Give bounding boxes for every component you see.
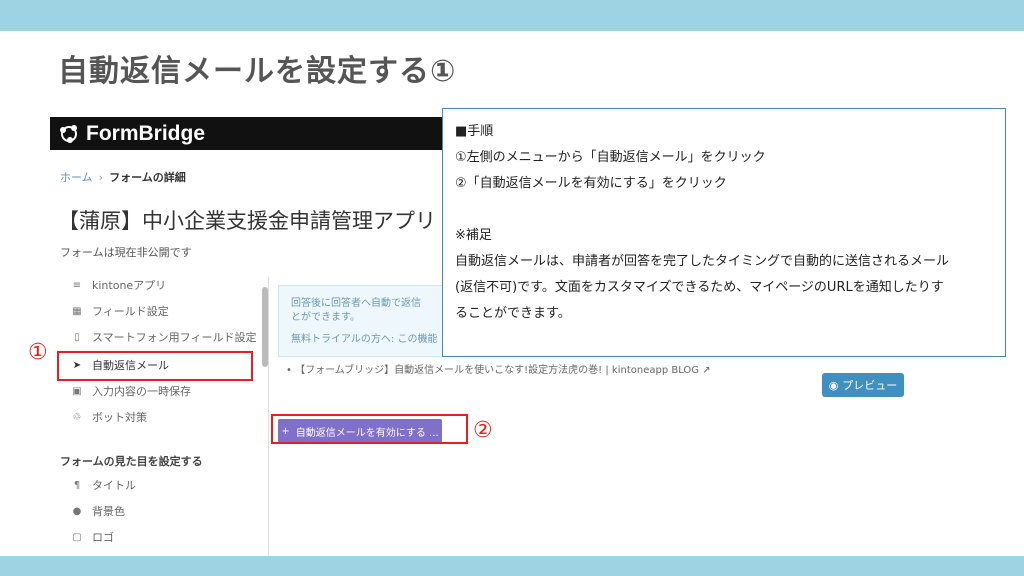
drop-icon: ● [72,505,82,517]
marker-1: ① [28,340,48,365]
eye-icon: ◉ [828,378,839,392]
preview-button[interactable]: ◉ プレビュー [822,373,904,397]
note-spacer [455,197,993,223]
highlight-box-2 [271,414,468,444]
database-icon: ≡ [72,279,82,291]
form-status: フォームは現在非公開です [60,246,192,259]
note-step-1: ①左側のメニューから「自動返信メール」をクリック [455,150,766,165]
external-link-icon: ↗ [702,365,711,376]
sidebar-heading-appearance: フォームの見た目を設定する [60,455,203,468]
sidebar-item-smartphone-fields[interactable]: ▯ スマートフォン用フィールド設定 [58,325,258,349]
note-supplement-line-2: (返信不可)です。文面をカスタマイズできるため、マイページのURLを通知したりす [455,280,944,295]
smartphone-icon: ▯ [74,331,80,343]
info-line-3: 無料トライアルの方へ: この機能 [291,334,438,345]
sidebar-item-background[interactable]: ● 背景色 [58,499,258,523]
pilcrow-icon: ¶ [73,479,81,491]
note-supplement-heading: ※補足 [455,228,492,243]
blog-link-text: 【フォームブリッジ】自動返信メールを使いこなす!設定方法虎の巻! | kinto… [295,365,700,376]
sidebar-item-field-settings[interactable]: ▦ フィールド設定 [58,299,258,323]
bottom-band [0,556,1024,576]
blog-link[interactable]: • 【フォームブリッジ】自動返信メールを使いこなす!設定方法虎の巻! | kin… [286,361,711,376]
note-supplement-line-1: 自動返信メールは、申請者が回答を完了したタイミングで自動的に送信されるメール [455,254,950,269]
instruction-note: ■手順 ①左側のメニューから「自動返信メール」をクリック ②「自動返信メールを有… [442,108,1006,357]
sidebar-item-title[interactable]: ¶ タイトル [58,473,258,497]
note-supplement-line-3: ることができます。 [455,306,571,321]
highlight-box-1 [57,351,253,381]
recycle-icon: ♲ [72,411,82,423]
logo-text: FormBridge [86,121,206,145]
sidebar-item-kintone-app[interactable]: ≡ kintoneアプリ [58,273,258,297]
top-band [0,0,1024,31]
slide-title: 自動返信メールを設定する① [58,54,457,89]
sidebar-item-temp-save[interactable]: ▣ 入力内容の一時保存 [58,379,258,403]
breadcrumb-current: フォームの詳細 [109,171,186,184]
grid-icon: ▦ [72,305,82,317]
formbridge-logo[interactable]: FormBridge [58,121,205,146]
sidebar: ≡ kintoneアプリ ▦ フィールド設定 ▯ スマートフォン用フィールド設定 ➤ 自… [58,273,268,556]
breadcrumb-separator: › [98,171,104,184]
image-icon: ▢ [72,531,82,543]
sidebar-item-bot-protection[interactable]: ♲ ボット対策 [58,405,258,429]
breadcrumb: ホーム › フォームの詳細 [60,169,186,185]
save-icon: ▣ [72,385,82,397]
logo-mark-icon [58,123,80,145]
sidebar-divider [268,277,269,556]
marker-2: ② [473,418,493,443]
info-line-1: 回答後に回答者へ自動で返信 [291,298,421,309]
note-step-2: ②「自動返信メールを有効にする」をクリック [455,176,727,191]
sidebar-item-logo[interactable]: ▢ ロゴ [58,525,258,549]
app-title: 【蒲原】中小企業支援金申請管理アプリ [58,209,436,233]
info-line-2: とができます。 [291,312,360,323]
note-heading: ■手順 [455,124,494,139]
breadcrumb-home[interactable]: ホーム [60,171,93,184]
